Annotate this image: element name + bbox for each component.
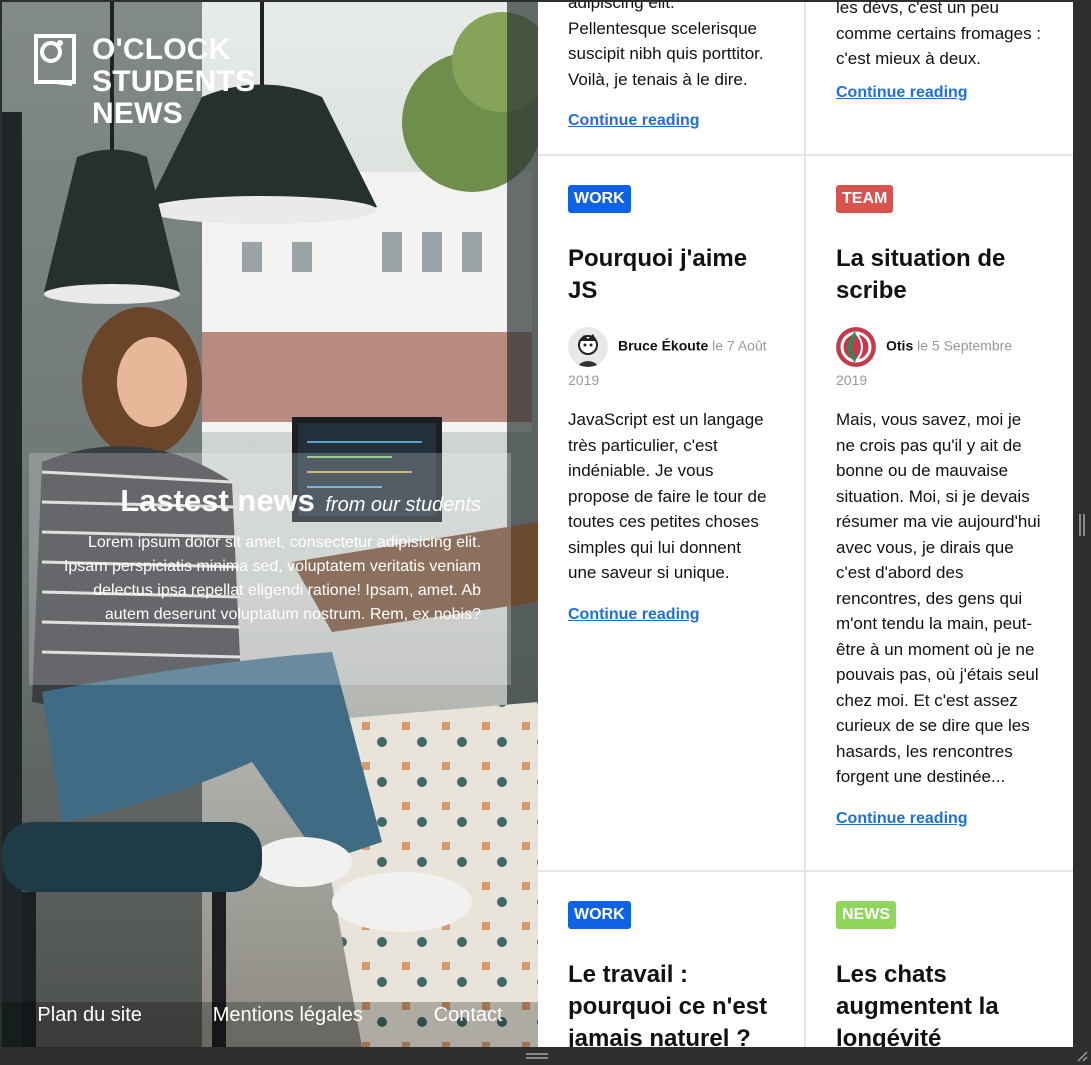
site-logo[interactable]: O'CLOCK STUDENTS NEWS	[34, 34, 255, 130]
article-card: WORK Le travail : pourquoi ce n'est jama…	[538, 872, 804, 1047]
footer-link-legal[interactable]: Mentions légales	[213, 1004, 363, 1027]
author-avatar	[836, 327, 876, 367]
resize-grip-icon[interactable]	[1079, 514, 1085, 536]
latest-news-title: Lastest news	[120, 483, 315, 518]
logo-icon	[34, 34, 76, 86]
author-avatar	[568, 327, 608, 367]
article-title[interactable]: Les chats augmentent la longévité	[836, 959, 1043, 1047]
resize-grip-icon[interactable]	[526, 1053, 548, 1059]
corner-resize-icon[interactable]	[1076, 1050, 1088, 1062]
article-title[interactable]: Pourquoi j'aime JS	[568, 243, 774, 307]
article-card: les dévs, c'est un peu comme certains fr…	[806, 2, 1073, 154]
article-card: WORK Pourquoi j'aime JS Bruce Ékoute le …	[538, 156, 804, 870]
article-meta: Otis le 5 Septembre 2019	[836, 327, 1043, 393]
browser-window: O'CLOCK STUDENTS NEWS Lastest news from …	[0, 0, 1091, 1065]
logo-text: O'CLOCK STUDENTS NEWS	[92, 34, 255, 130]
footer-nav: Plan du site Mentions légales Contact	[2, 1004, 538, 1027]
logo-line: NEWS	[92, 97, 183, 130]
latest-news-subtitle: from our students	[325, 494, 481, 516]
hero-panel: O'CLOCK STUDENTS NEWS Lastest news from …	[2, 2, 538, 1047]
logo-line: O'CLOCK	[92, 33, 231, 66]
category-tag-work[interactable]: WORK	[568, 901, 631, 929]
footer-link-sitemap[interactable]: Plan du site	[37, 1004, 142, 1027]
author-name[interactable]: Bruce Ékoute	[618, 338, 708, 354]
category-tag-work[interactable]: WORK	[568, 185, 631, 213]
article-excerpt: les dévs, c'est un peu comme certains fr…	[836, 2, 1042, 68]
article-card: TEAM La situation de scribe Otis le 5 Se…	[806, 156, 1073, 870]
article-card: NEWS Les chats augmentent la longévité	[806, 872, 1073, 1047]
footer-link-contact[interactable]: Contact	[434, 1004, 503, 1027]
articles-grid: adipiscing elit. Pellentesque scelerisqu…	[538, 2, 1073, 1047]
page-viewport: O'CLOCK STUDENTS NEWS Lastest news from …	[2, 2, 1073, 1047]
bottom-resize-bar[interactable]	[0, 1047, 1091, 1065]
article-card: adipiscing elit. Pellentesque scelerisqu…	[538, 2, 804, 154]
article-excerpt: Mais, vous savez, moi je ne crois pas qu…	[836, 410, 1041, 786]
continue-reading-link[interactable]: Continue reading	[568, 112, 700, 130]
article-excerpt: JavaScript est un langage très particuli…	[568, 410, 767, 582]
continue-reading-link[interactable]: Continue reading	[836, 84, 968, 102]
article-excerpt: adipiscing elit. Pellentesque scelerisqu…	[568, 2, 764, 89]
continue-reading-link[interactable]: Continue reading	[568, 606, 700, 624]
category-tag-team[interactable]: TEAM	[836, 185, 894, 213]
category-tag-news[interactable]: NEWS	[836, 901, 896, 929]
continue-reading-link[interactable]: Continue reading	[836, 810, 968, 828]
right-resize-bar[interactable]	[1073, 0, 1091, 1047]
article-title[interactable]: Le travail : pourquoi ce n'est jamais na…	[568, 959, 774, 1047]
article-title[interactable]: La situation de scribe	[836, 243, 1043, 307]
latest-news-box: Lastest news from our students Lorem ips…	[29, 453, 511, 685]
logo-line: STUDENTS	[92, 65, 256, 98]
latest-news-text: Lorem ipsum dolor sit amet, consectetur …	[63, 534, 481, 623]
article-meta: Bruce Ékoute le 7 Août 2019	[568, 327, 774, 393]
author-name[interactable]: Otis	[886, 338, 913, 354]
